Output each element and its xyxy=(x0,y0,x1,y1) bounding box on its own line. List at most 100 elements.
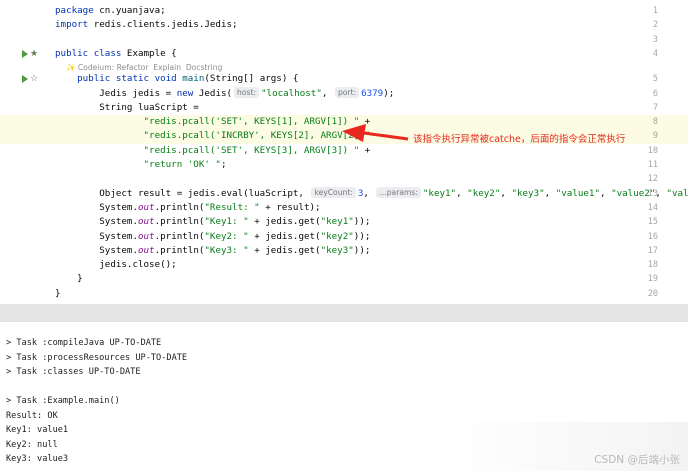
code-editor[interactable]: 1 package cn.yuanjava; 2 import redis.clien… xyxy=(0,0,688,304)
line-number: 15 xyxy=(647,217,658,228)
code-token: public class xyxy=(55,47,127,59)
code-text: "redis.pcall('SET', KEYS[1], ARGV[1]) " … xyxy=(55,115,371,129)
code-token: Example { xyxy=(126,47,177,59)
code-line[interactable]: 15 System.out.println("Key1: " + jedis.g… xyxy=(0,215,688,229)
code-text: "redis.pcall('SET', KEYS[3], ARGV[3]) " … xyxy=(55,144,371,158)
code-token: .println( xyxy=(154,216,205,228)
line-number: 8 xyxy=(652,117,658,128)
annotation-note: 该指令执行异常被catche，后面的指令会正常执行 xyxy=(413,134,626,145)
line-number: 1 xyxy=(652,6,658,16)
code-token: public static void xyxy=(55,73,183,85)
code-text: "return 'OK' "; xyxy=(55,158,227,172)
console-line: Key2: null xyxy=(6,439,58,450)
line-number: 12 xyxy=(647,174,658,185)
code-token: )); xyxy=(353,244,371,256)
code-token: ); xyxy=(383,87,395,99)
code-text: System.out.println("Key1: " + jedis.get(… xyxy=(55,215,370,229)
code-token: "key3" xyxy=(320,244,354,256)
line-number: 14 xyxy=(647,202,658,213)
code-token: out xyxy=(137,201,155,213)
code-token: "localhost" xyxy=(261,87,322,99)
code-text: public class Example { xyxy=(55,47,177,61)
code-token: System. xyxy=(55,230,138,242)
code-line[interactable]: 19 } xyxy=(0,272,688,286)
line-number: 3 xyxy=(652,34,658,45)
code-token: jedis.close(); xyxy=(55,259,177,271)
code-token: out xyxy=(137,216,155,228)
code-token: out xyxy=(137,244,155,256)
code-line[interactable]: 4 ★ public class Example { xyxy=(0,47,688,61)
code-token: 6379 xyxy=(361,87,384,99)
console-line: > Task :compileJava UP-TO-DATE xyxy=(6,338,162,348)
code-token: "Key2: " xyxy=(204,230,249,242)
codeium-gutter-icon[interactable]: ★ xyxy=(30,48,38,60)
code-token: "key1" xyxy=(422,187,457,199)
code-token: "key1" xyxy=(320,216,354,228)
code-token: String luaScript = xyxy=(55,101,199,113)
code-line[interactable]: 10 "redis.pcall('SET', KEYS[3], ARGV[3])… xyxy=(0,144,688,158)
code-text: Jedis jedis = new Jedis(host: "localhost"… xyxy=(55,86,395,101)
code-token: "key2" xyxy=(320,230,354,242)
console-line: Result: OK xyxy=(6,410,58,421)
code-token: } xyxy=(55,273,83,285)
code-line[interactable]: 18 jedis.close(); xyxy=(0,258,688,272)
line-number: 17 xyxy=(647,245,658,256)
code-text: import redis.clients.jedis.Jedis; xyxy=(55,18,238,32)
code-token: + jedis.get( xyxy=(248,244,321,256)
console-line: Key1: value1 xyxy=(6,425,69,435)
watermark: CSDN @后端小张 xyxy=(594,454,680,466)
code-token: new xyxy=(176,87,199,99)
parameter-hint: host: xyxy=(234,86,259,98)
code-line[interactable]: 8 "redis.pcall('SET', KEYS[1], ARGV[1]) … xyxy=(0,115,688,130)
line-number: 9 xyxy=(652,131,658,142)
run-gutter-icon[interactable] xyxy=(22,75,28,84)
code-text: System.out.println("Result: " + result); xyxy=(55,201,321,215)
parameter-hint: ...params: xyxy=(376,186,421,198)
codeium-gutter-edit-icon[interactable]: ☆ xyxy=(30,73,38,85)
code-line[interactable]: 17 System.out.println("Key3: " + jedis.g… xyxy=(0,244,688,258)
code-token: ; xyxy=(220,159,227,170)
code-line[interactable]: 14 System.out.println("Result: " + resul… xyxy=(0,201,688,215)
code-token: "redis.pcall('SET', KEYS[1], ARGV[1]) " xyxy=(55,116,360,128)
code-token: "redis.pcall('INCRBY', KEYS[2], ARGV[2])… xyxy=(55,130,371,142)
code-line[interactable]: 3 xyxy=(0,33,688,47)
code-line[interactable]: 20} xyxy=(0,287,688,301)
code-line[interactable]: 6 Jedis jedis = new Jedis(host: "localhos… xyxy=(0,86,688,101)
code-token: Object result = jedis.eval(luaScript, xyxy=(55,187,310,199)
code-token: , xyxy=(456,187,468,199)
parameter-hint: port: xyxy=(334,86,360,98)
code-token: "Key3: " xyxy=(204,244,249,256)
code-text: } xyxy=(55,272,83,286)
code-token: .println( xyxy=(154,244,205,256)
code-line[interactable]: 2 import redis.clients.jedis.Jedis; xyxy=(0,18,688,32)
code-token: + result); xyxy=(259,201,321,213)
code-token: out xyxy=(137,230,155,242)
code-line[interactable]: 11 "return 'OK' "; xyxy=(0,158,688,172)
code-token: redis.clients.jedis.Jedis; xyxy=(93,19,238,31)
code-text: package cn.yuanjava; xyxy=(55,4,166,18)
line-number: 4 xyxy=(652,48,658,59)
code-line[interactable]: 12 xyxy=(0,172,688,186)
code-line[interactable]: 7 String luaScript = xyxy=(0,101,688,115)
code-token: .println( xyxy=(154,201,205,213)
code-line[interactable]: 16 System.out.println("Key2: " + jedis.g… xyxy=(0,230,688,244)
code-line[interactable]: 1 package cn.yuanjava; xyxy=(0,4,688,18)
line-number: 18 xyxy=(647,260,658,271)
code-token: System. xyxy=(55,244,138,256)
line-number: 19 xyxy=(647,274,658,285)
code-token: import xyxy=(55,19,94,31)
line-number: 11 xyxy=(647,160,658,170)
code-token: .println( xyxy=(154,230,205,242)
code-token: )); xyxy=(353,230,371,242)
code-token: } xyxy=(55,287,61,299)
panel-divider[interactable] xyxy=(0,304,688,322)
code-text: } xyxy=(55,287,61,301)
code-line[interactable]: 5 ☆ public static void main(String[] args… xyxy=(0,72,688,86)
code-token: , xyxy=(321,87,333,99)
code-line[interactable]: 13 Object result = jedis.eval(luaScript,… xyxy=(0,186,688,201)
line-number: 5 xyxy=(652,74,658,85)
run-console[interactable]: CSDN @后端小张 > Task :compileJava UP-TO-DAT… xyxy=(0,322,688,471)
run-gutter-icon[interactable] xyxy=(22,49,28,58)
code-token: + xyxy=(359,144,371,156)
code-text: public static void main(String[] args) { xyxy=(55,72,298,86)
